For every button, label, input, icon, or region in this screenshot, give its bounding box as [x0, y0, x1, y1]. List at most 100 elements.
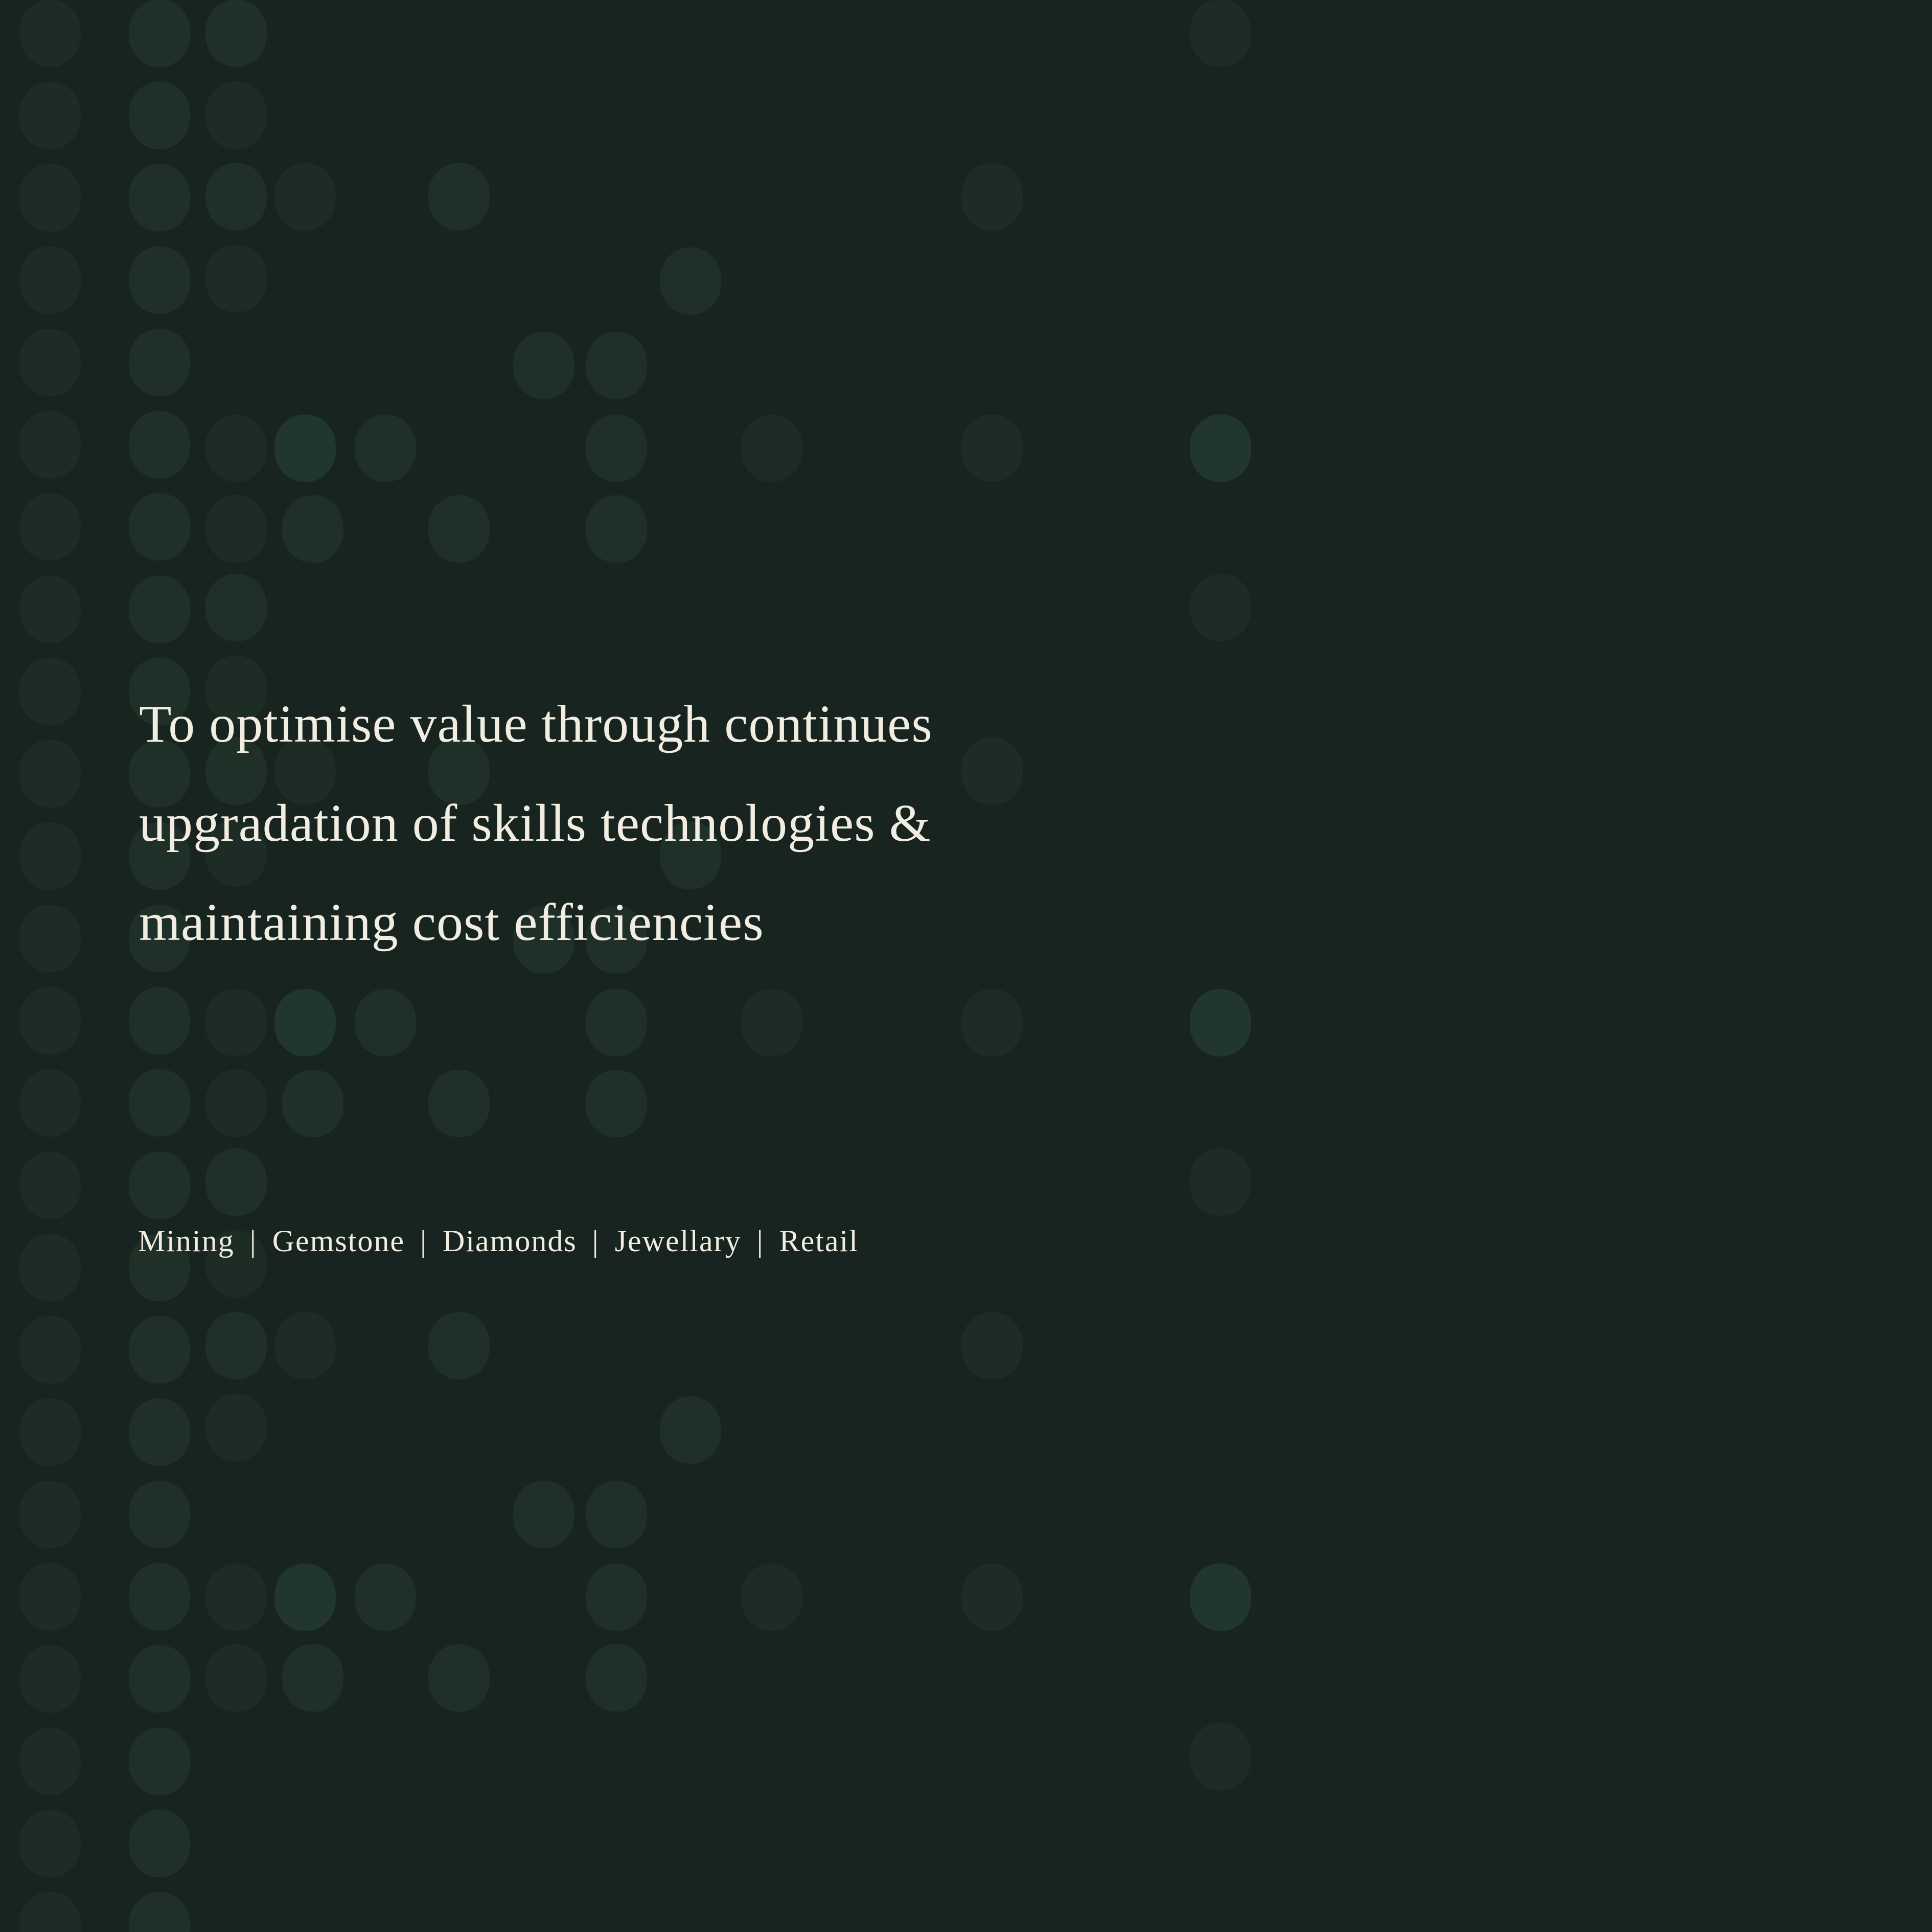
pattern-dot [355, 1563, 416, 1631]
pattern-dot [205, 495, 267, 563]
segment-separator: | [420, 1224, 428, 1258]
pattern-dot [1190, 415, 1251, 482]
pattern-dot [961, 1312, 1023, 1379]
pattern-dot [741, 1563, 802, 1631]
pattern-dot [129, 493, 190, 561]
segment-mining: Mining [138, 1224, 235, 1258]
pattern-dot [741, 989, 802, 1056]
pattern-dot [205, 989, 267, 1056]
pattern-dot [19, 1152, 81, 1219]
segment-retail: Retail [779, 1224, 859, 1258]
pattern-dot [282, 1070, 343, 1137]
pattern-dot [19, 82, 81, 149]
pattern-dot [282, 495, 343, 563]
segment-diamonds: Diamonds [443, 1224, 577, 1258]
pattern-dot [129, 1481, 190, 1548]
pattern-dot [19, 1316, 81, 1384]
pattern-dot [19, 1234, 81, 1301]
pattern-dot [586, 1070, 647, 1137]
pattern-dot [205, 574, 267, 641]
pattern-dot [961, 1563, 1023, 1631]
pattern-dot [19, 1810, 81, 1877]
pattern-dot [205, 1070, 267, 1137]
pattern-dot [129, 576, 190, 643]
pattern-dot [129, 329, 190, 396]
pattern-dot [205, 0, 267, 67]
pattern-dot [129, 0, 190, 67]
pattern-dot [205, 1563, 267, 1631]
mission-line: maintaining cost efficiencies [139, 893, 764, 952]
pattern-dot [274, 989, 336, 1056]
pattern-dot [428, 1312, 490, 1379]
pattern-dot [513, 332, 574, 399]
pattern-dot [282, 1644, 343, 1712]
pattern-dot [129, 411, 190, 478]
pattern-dot [1190, 1563, 1251, 1631]
pattern-dot [586, 989, 647, 1056]
pattern-dot [19, 576, 81, 643]
pattern-dot [19, 987, 81, 1054]
pattern-dot [129, 1069, 190, 1137]
pattern-dot [274, 415, 336, 482]
pattern-dot [205, 163, 267, 231]
pattern-dot [586, 1481, 647, 1548]
pattern-dot [129, 1563, 190, 1630]
segment-gemstone: Gemstone [272, 1224, 405, 1258]
pattern-dot [274, 1563, 336, 1631]
pattern-dot [274, 1312, 336, 1379]
pattern-dot [129, 1316, 190, 1384]
pattern-dot [741, 415, 802, 482]
pattern-dot [660, 247, 721, 315]
pattern-dot [1190, 989, 1251, 1056]
pattern-dot [129, 164, 190, 232]
pattern-dot [961, 163, 1023, 231]
pattern-dot [19, 1069, 81, 1137]
pattern-dot [19, 164, 81, 232]
pattern-dot [205, 1644, 267, 1712]
pattern-dot [586, 495, 647, 563]
pattern-dot [129, 82, 190, 149]
pattern-dot [205, 245, 267, 312]
pattern-dot [205, 415, 267, 482]
pattern-dot [428, 1070, 490, 1137]
pattern-dot [355, 989, 416, 1056]
pattern-dot [355, 415, 416, 482]
pattern-dot [586, 1563, 647, 1631]
segment-separator: | [592, 1224, 600, 1258]
business-segments: Mining | Gemstone | Diamonds | Jewellary… [138, 1221, 859, 1261]
pattern-dot [660, 1396, 721, 1464]
pattern-dot [1190, 1148, 1251, 1216]
pattern-dot [513, 1481, 574, 1548]
pattern-dot [586, 415, 647, 482]
pattern-dot [19, 1563, 81, 1630]
pattern-dot [19, 905, 81, 972]
pattern-dot [129, 1152, 190, 1219]
pattern-dot [205, 81, 267, 149]
pattern-dot [129, 987, 190, 1054]
pattern-dot [19, 658, 81, 725]
pattern-dot [19, 1645, 81, 1713]
mission-line: To optimise value through continues [139, 695, 933, 753]
mission-statement: To optimise value through continues upgr… [139, 675, 1100, 972]
pattern-dot [1190, 574, 1251, 641]
segment-jewellary: Jewellary [614, 1224, 742, 1258]
pattern-dot [586, 1644, 647, 1712]
pattern-dot [428, 1644, 490, 1712]
pattern-dot [129, 246, 190, 314]
pattern-dot [129, 1645, 190, 1713]
pattern-dot [1190, 0, 1251, 67]
segment-separator: | [756, 1224, 764, 1258]
pattern-dot [19, 1728, 81, 1795]
pattern-dot [129, 1398, 190, 1466]
pattern-dot [274, 163, 336, 231]
pattern-dot [129, 1810, 190, 1877]
pattern-dot [205, 1148, 267, 1216]
pattern-dot [19, 1481, 81, 1548]
pattern-dot [961, 415, 1023, 482]
segment-separator: | [249, 1224, 257, 1258]
pattern-dot [428, 163, 490, 231]
pattern-dot [129, 1728, 190, 1795]
pattern-dot [19, 1398, 81, 1466]
pattern-dot [19, 493, 81, 561]
mission-line: upgradation of skills technologies & [139, 794, 931, 853]
